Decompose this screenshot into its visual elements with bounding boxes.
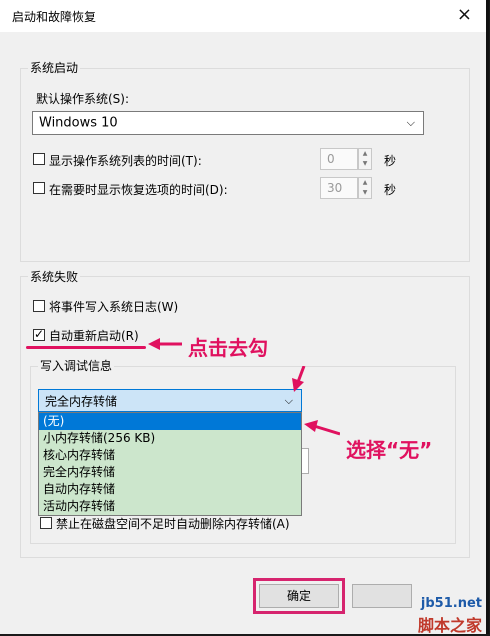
auto-restart-checkbox[interactable] (33, 327, 45, 341)
disable-delete-checkbox[interactable] (40, 517, 52, 529)
ok-button[interactable]: 确定 (259, 584, 339, 608)
debug-info-label: 写入调试信息 (38, 357, 115, 374)
watermark-site: jb51.net (420, 596, 482, 611)
window-title: 启动和故障恢复 (12, 10, 97, 24)
arrow-left-icon (148, 338, 182, 350)
auto-restart-label: 自动重新启动(R) (49, 329, 139, 343)
system-startup-label: 系统启动 (28, 59, 81, 76)
chevron-down-icon: ⌵ (406, 116, 415, 129)
dropdown-option-complete[interactable]: 完全内存转储 (39, 464, 301, 481)
startup-recovery-dialog: 启动和故障恢复 × 系统启动 默认操作系统(S): Windows 10 ⌵ 显… (0, 0, 489, 635)
default-os-value: Windows 10 (39, 115, 118, 131)
auto-restart-underline (26, 346, 146, 349)
title-bar: 启动和故障恢复 × (0, 0, 486, 32)
disable-delete-label: 禁止在磁盘空间不足时自动删除内存转储(A) (56, 517, 290, 531)
arrow-left-icon (304, 420, 340, 436)
dropdown-option-automatic[interactable]: 自动内存转储 (39, 481, 301, 498)
show-recovery-checkbox[interactable] (33, 182, 45, 194)
arrow-down-icon (292, 366, 306, 392)
dropdown-option-active[interactable]: 活动内存转储 (39, 498, 301, 515)
write-event-label: 将事件写入系统日志(W) (49, 300, 179, 314)
system-failure-label: 系统失败 (28, 268, 81, 285)
show-recovery-spinner[interactable]: ▲ ▼ (358, 177, 372, 199)
seconds-unit-1: 秒 (384, 154, 397, 168)
write-event-checkbox[interactable] (33, 300, 45, 312)
annotation-uncheck: 点击去勾 (188, 336, 268, 360)
debug-info-dropdown[interactable]: (无) 小内存转储(256 KB) 核心内存转储 完全内存转储 自动内存转储 活… (38, 412, 302, 516)
cancel-button[interactable] (352, 584, 412, 608)
debug-info-select[interactable]: 完全内存转储 ⌵ (38, 389, 302, 412)
watermark-name: 脚本之家 (417, 616, 482, 635)
show-recovery-input[interactable]: 30 (320, 177, 358, 199)
show-os-list-spinner[interactable]: ▲ ▼ (358, 148, 372, 170)
default-os-label: 默认操作系统(S): (36, 92, 130, 106)
show-recovery-label: 在需要时显示恢复选项的时间(D): (49, 183, 228, 197)
show-os-list-checkbox[interactable] (33, 153, 45, 165)
debug-info-value: 完全内存转储 (45, 394, 118, 408)
dropdown-option-none[interactable]: (无) (39, 413, 301, 430)
dropdown-option-small[interactable]: 小内存转储(256 KB) (39, 430, 301, 447)
close-icon[interactable]: × (457, 4, 472, 25)
dropdown-option-kernel[interactable]: 核心内存转储 (39, 447, 301, 464)
dump-path-field (302, 448, 309, 474)
show-os-list-input[interactable]: 0 (320, 148, 358, 170)
seconds-unit-2: 秒 (384, 183, 397, 197)
chevron-down-icon: ⌵ (284, 393, 293, 407)
default-os-select[interactable]: Windows 10 ⌵ (32, 111, 424, 135)
show-os-list-label: 显示操作系统列表的时间(T): (49, 154, 202, 168)
annotation-select-none: 选择“无” (346, 438, 433, 462)
